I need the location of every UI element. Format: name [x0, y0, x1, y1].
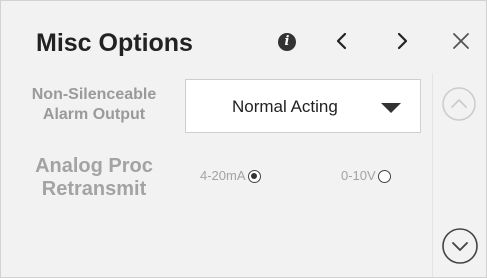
alarm-output-label-line2: Alarm Output [42, 106, 146, 123]
chevron-left-icon[interactable] [331, 29, 353, 53]
radio-4-20ma[interactable]: 4-20mA [200, 168, 261, 184]
dialog-header: Misc Options i [1, 1, 486, 73]
page-title: Misc Options [36, 29, 193, 57]
analog-retransmit-label: Analog Proc Retransmit [9, 155, 179, 201]
analog-retransmit-label-line2: Retransmit [41, 178, 147, 200]
radio-4-20ma-label: 4-20mA [200, 168, 246, 183]
alarm-output-label-line1: Non-Silenceable [31, 86, 157, 103]
close-icon[interactable] [449, 29, 473, 53]
chevron-right-icon[interactable] [391, 29, 413, 53]
chevron-down-circle-icon[interactable] [441, 227, 479, 265]
caret-down-icon [380, 102, 402, 114]
radio-checked-icon [247, 169, 261, 183]
alarm-output-dropdown[interactable]: Normal Acting [185, 79, 421, 133]
alarm-output-label: Non-Silenceable Alarm Output [9, 85, 179, 125]
analog-retransmit-label-line1: Analog Proc [35, 155, 153, 177]
info-icon[interactable]: i [278, 33, 296, 51]
alarm-output-selected-value: Normal Acting [232, 97, 338, 116]
chevron-up-circle-icon[interactable] [441, 86, 477, 122]
radio-unchecked-icon [377, 169, 391, 183]
radio-0-10v[interactable]: 0-10V [341, 168, 391, 184]
misc-options-dialog: Misc Options i Non-Silenceable Alarm Out… [0, 0, 487, 278]
radio-0-10v-label: 0-10V [341, 168, 376, 183]
